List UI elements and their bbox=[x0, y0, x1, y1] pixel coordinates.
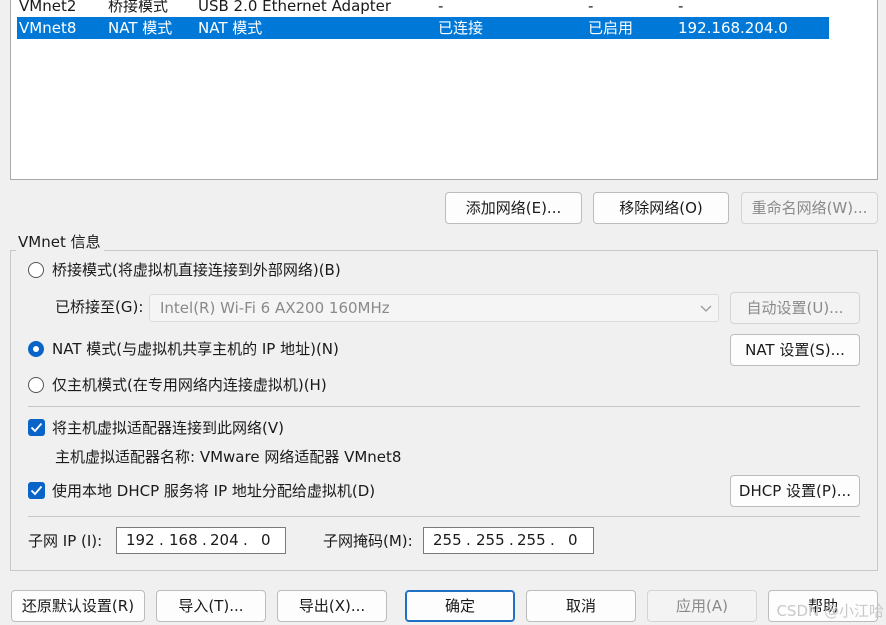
ip-octet: 204 bbox=[210, 531, 239, 549]
chevron-down-icon bbox=[700, 301, 712, 319]
group-border-top-right bbox=[104, 250, 878, 251]
separator bbox=[28, 516, 860, 517]
network-row-vmnet8[interactable]: VMnet8 NAT 模式 NAT 模式 已连接 已启用 192.168.204… bbox=[17, 17, 829, 39]
nat-radio[interactable] bbox=[28, 341, 44, 357]
bridged-label[interactable]: 桥接模式(将虚拟机直接连接到外部网络)(B) bbox=[52, 260, 341, 280]
ip-dot: . bbox=[550, 531, 555, 549]
row-dhcp: 已启用 bbox=[588, 19, 634, 37]
ip-octet: 192 bbox=[126, 531, 155, 549]
network-row-vmnet2[interactable]: VMnet2 桥接模式 USB 2.0 Ethernet Adapter - -… bbox=[17, 0, 829, 17]
nat-settings-button[interactable]: NAT 设置(S)... bbox=[730, 334, 860, 366]
row-type: NAT 模式 bbox=[108, 19, 173, 37]
group-title: VMnet 信息 bbox=[18, 233, 101, 251]
cancel-button[interactable]: 取消 bbox=[526, 590, 636, 622]
remove-network-button[interactable]: 移除网络(O) bbox=[593, 192, 729, 224]
apply-button[interactable]: 应用(A) bbox=[647, 590, 757, 622]
group-border-right bbox=[877, 250, 878, 571]
export-button[interactable]: 导出(X)... bbox=[277, 590, 387, 622]
ok-button[interactable]: 确定 bbox=[405, 590, 515, 622]
ip-dot: . bbox=[202, 531, 207, 549]
ip-dot: . bbox=[509, 531, 514, 549]
row-external: USB 2.0 Ethernet Adapter bbox=[198, 0, 392, 15]
mask-octet: 0 bbox=[568, 531, 578, 549]
check-icon bbox=[30, 422, 43, 433]
check-icon bbox=[30, 485, 43, 496]
mask-octet: 255 bbox=[476, 531, 505, 549]
separator bbox=[28, 406, 860, 407]
row-host: 已连接 bbox=[438, 19, 484, 37]
connect-adapter-checkbox[interactable] bbox=[28, 419, 45, 436]
adapter-name-text: 主机虚拟适配器名称: VMware 网络适配器 VMnet8 bbox=[55, 448, 402, 466]
row-name: VMnet8 bbox=[19, 19, 77, 37]
subnet-ip-label: 子网 IP (I): bbox=[28, 532, 103, 550]
bridged-to-value: Intel(R) Wi-Fi 6 AX200 160MHz bbox=[160, 299, 390, 317]
add-network-button[interactable]: 添加网络(E)... bbox=[445, 192, 582, 224]
dhcp-settings-button[interactable]: DHCP 设置(P)... bbox=[730, 475, 860, 507]
row-type: 桥接模式 bbox=[108, 0, 169, 15]
hostonly-label[interactable]: 仅主机模式(在专用网络内连接虚拟机)(H) bbox=[52, 375, 327, 395]
ip-dot: . bbox=[159, 531, 164, 549]
connect-adapter-label[interactable]: 将主机虚拟适配器连接到此网络(V) bbox=[52, 418, 284, 438]
dhcp-label[interactable]: 使用本地 DHCP 服务将 IP 地址分配给虚拟机(D) bbox=[52, 481, 375, 501]
group-border-left bbox=[10, 250, 11, 571]
subnet-mask-field[interactable]: 255 . 255 . 255 . 0 bbox=[423, 527, 594, 554]
ip-octet: 0 bbox=[261, 531, 271, 549]
mask-octet: 255 bbox=[517, 531, 546, 549]
row-subnet: - bbox=[678, 0, 684, 15]
nat-label[interactable]: NAT 模式(与虚拟机共享主机的 IP 地址)(N) bbox=[52, 339, 339, 359]
group-border-bottom bbox=[10, 570, 878, 571]
subnet-ip-field[interactable]: 192 . 168 . 204 . 0 bbox=[116, 527, 286, 554]
dhcp-checkbox[interactable] bbox=[28, 482, 45, 499]
row-external: NAT 模式 bbox=[198, 19, 263, 37]
hostonly-radio[interactable] bbox=[28, 377, 44, 393]
auto-settings-button[interactable]: 自动设置(U)... bbox=[730, 292, 860, 324]
row-host: - bbox=[438, 0, 444, 15]
watermark: CSDN @小江哈 bbox=[776, 602, 884, 620]
ip-octet: 168 bbox=[169, 531, 198, 549]
restore-defaults-button[interactable]: 还原默认设置(R) bbox=[11, 590, 145, 622]
import-button[interactable]: 导入(T)... bbox=[156, 590, 266, 622]
network-list[interactable]: VMnet2 桥接模式 USB 2.0 Ethernet Adapter - -… bbox=[10, 0, 878, 180]
ip-dot: . bbox=[243, 531, 248, 549]
subnet-mask-label: 子网掩码(M): bbox=[323, 532, 413, 550]
rename-network-button[interactable]: 重命名网络(W)... bbox=[741, 192, 878, 224]
bridged-radio[interactable] bbox=[28, 262, 44, 278]
row-subnet: 192.168.204.0 bbox=[678, 19, 788, 37]
mask-octet: 255 bbox=[433, 531, 462, 549]
bridged-to-label: 已桥接至(G): bbox=[55, 298, 144, 316]
ip-dot: . bbox=[466, 531, 471, 549]
row-dhcp: - bbox=[588, 0, 594, 15]
bridged-to-select[interactable]: Intel(R) Wi-Fi 6 AX200 160MHz bbox=[149, 294, 719, 322]
row-name: VMnet2 bbox=[19, 0, 77, 15]
